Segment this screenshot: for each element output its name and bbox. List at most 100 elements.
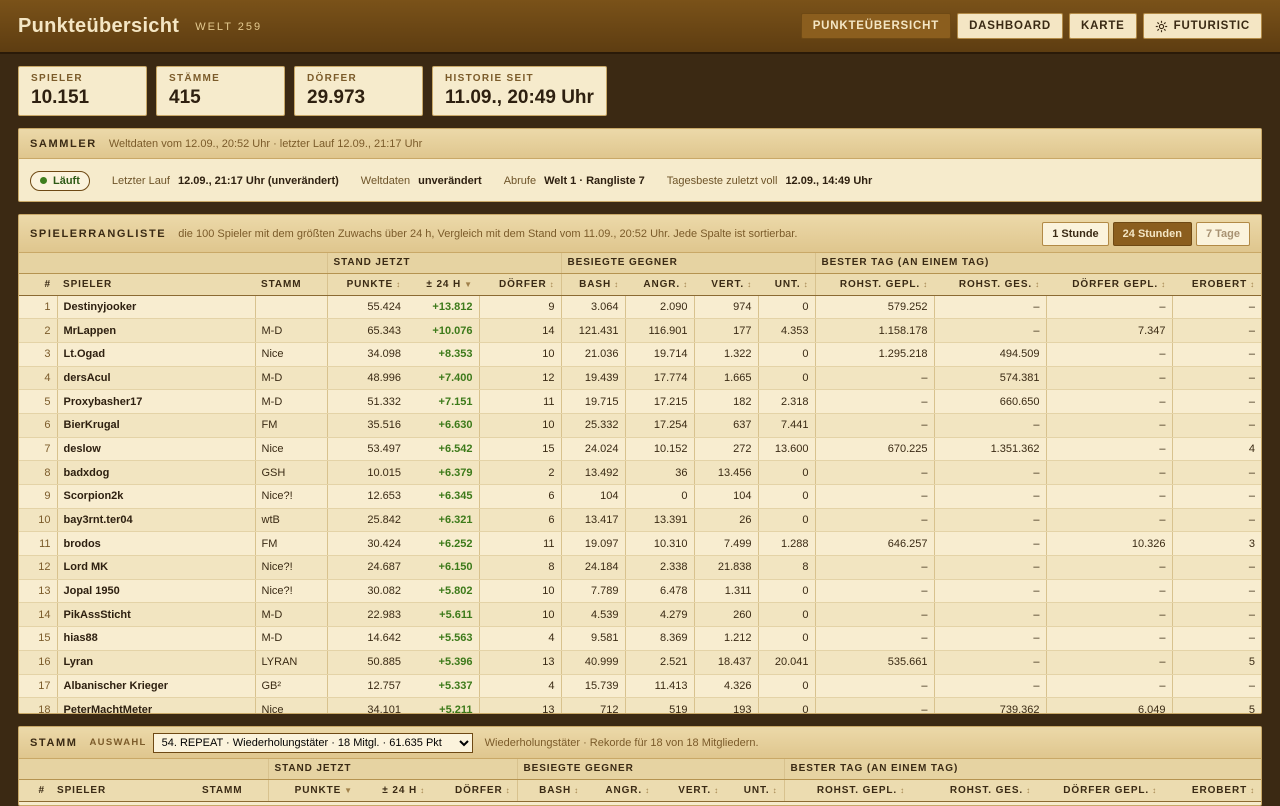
player-name[interactable]: PeterMachtMeter bbox=[56, 697, 255, 713]
col-header[interactable]: VERT. ↕ bbox=[694, 273, 758, 296]
table-row[interactable]: 2 MrLappen M-D 65.343 +10.076 14 121.431 116.90… bbox=[19, 318, 1261, 343]
villages-planned-cell: – bbox=[1045, 650, 1172, 675]
group-empty bbox=[19, 253, 327, 274]
col-header[interactable]: ± 24 H ↕ bbox=[359, 779, 431, 802]
gain-cell: +6.379 bbox=[407, 460, 479, 485]
support-cell: 0 bbox=[757, 295, 815, 320]
col-header[interactable]: ROHST. GES. ↕ bbox=[934, 273, 1046, 296]
col-header[interactable]: DÖRFER ↕ bbox=[479, 273, 561, 296]
player-name[interactable]: Lyran bbox=[56, 650, 255, 675]
table-row[interactable]: 18 PeterMachtMeter Nice 34.101 +5.211 13 712 51… bbox=[19, 697, 1261, 713]
table-row[interactable]: 4 dersAcul M-D 48.996 +7.400 12 19.439 17.774 1.… bbox=[19, 366, 1261, 391]
points-cell: 48.996 bbox=[326, 366, 407, 391]
player-name[interactable]: brodos bbox=[56, 531, 255, 557]
table-row[interactable]: 15 hias88 M-D 14.642 +5.563 4 9.581 8.369 1.212 0… bbox=[19, 626, 1261, 651]
col-header[interactable]: BASH ↕ bbox=[516, 779, 585, 802]
table-row[interactable]: 11 brodos FM 30.424 +6.252 11 19.097 10.310 7.49… bbox=[19, 531, 1261, 557]
player-name[interactable]: hias88 bbox=[56, 626, 255, 651]
col-header[interactable]: UNT. ↕ bbox=[758, 273, 815, 296]
player-name[interactable]: Lord MK bbox=[56, 555, 255, 580]
col-header[interactable]: STAMM bbox=[196, 779, 268, 802]
col-header[interactable]: EROBERT ↕ bbox=[1163, 779, 1261, 802]
table-row[interactable]: 9 Scorpion2k Nice?! 12.653 +6.345 6 104 0 104 0– –… bbox=[19, 484, 1261, 509]
nav-punkteuebersicht[interactable]: PUNKTEÜBERSICHT bbox=[800, 13, 952, 39]
res-total-cell: – bbox=[933, 602, 1046, 628]
col-header[interactable]: EROBERT ↕ bbox=[1172, 273, 1261, 296]
player-name[interactable]: Lt.Ogad bbox=[56, 342, 255, 367]
col-header[interactable]: ROHST. GEPL. ↕ bbox=[783, 779, 911, 802]
stamm-select[interactable]: 54. REPEAT · Wiederholungstäter · 18 Mit… bbox=[152, 732, 473, 753]
table-row[interactable]: 7 deslow Nice 53.497 +6.542 15 24.024 10.152 272… bbox=[19, 437, 1261, 462]
col-header[interactable]: DÖRFER ↕ bbox=[431, 779, 517, 802]
col-header[interactable]: ANGR. ↕ bbox=[625, 273, 694, 296]
col-header[interactable]: VERT. ↕ bbox=[656, 779, 725, 802]
col-header[interactable]: UNT. ↕ bbox=[725, 779, 784, 802]
nav-karte[interactable]: KARTE bbox=[1069, 13, 1137, 39]
tab-7-tage[interactable]: 7 Tage bbox=[1195, 221, 1250, 246]
player-name[interactable]: BierKrugal bbox=[56, 413, 255, 438]
table-row[interactable]: 1 Destinyjooker 55.424 +13.812 9 3.064 2.090 97… bbox=[19, 295, 1261, 320]
bash-cell: 24.184 bbox=[560, 555, 625, 580]
attack-cell: 0 bbox=[624, 484, 694, 509]
villages-planned-cell: – bbox=[1045, 602, 1172, 628]
player-name[interactable]: Proxybasher17 bbox=[56, 389, 255, 414]
player-name[interactable]: Jopal 1950 bbox=[56, 579, 255, 604]
col-header[interactable]: SPIELER bbox=[51, 779, 196, 802]
stat-value: 415 bbox=[169, 87, 201, 108]
player-name[interactable]: PikAssSticht bbox=[56, 602, 255, 628]
group-besiegte: BESIEGTE GEGNER bbox=[560, 253, 815, 274]
player-name[interactable]: Destinyjooker bbox=[56, 295, 255, 320]
col-header[interactable]: BASH ↕ bbox=[560, 273, 625, 296]
col-header[interactable]: # bbox=[19, 779, 51, 802]
col-header-label: ± 24 H bbox=[426, 278, 462, 290]
player-name[interactable]: MrLappen bbox=[56, 318, 255, 343]
player-name[interactable]: Scorpion2k bbox=[56, 484, 255, 509]
col-header[interactable]: STAMM bbox=[255, 273, 327, 296]
table-row[interactable]: 12 Lord MK Nice?! 24.687 +6.150 8 24.184 2.338 2… bbox=[19, 555, 1261, 580]
stat-label: DÖRFER bbox=[307, 73, 358, 84]
sort-icon: ↕ bbox=[803, 279, 809, 289]
table-row[interactable]: 6 BierKrugal FM 35.516 +6.630 10 25.332 17.254 6… bbox=[19, 413, 1261, 438]
table-row[interactable]: 10 bay3rnt.ter04 wtB 25.842 +6.321 6 13.417 13.… bbox=[19, 508, 1261, 533]
table-row[interactable]: 14 PikAssSticht M-D 22.983 +5.611 10 4.539 4.27… bbox=[19, 602, 1261, 628]
col-header[interactable]: SPIELER bbox=[57, 273, 255, 296]
nav-dashboard[interactable]: DASHBOARD bbox=[957, 13, 1064, 39]
col-header[interactable]: DÖRFER GEPL. ↕ bbox=[1046, 273, 1172, 296]
col-header[interactable]: DÖRFER GEPL. ↕ bbox=[1037, 779, 1163, 802]
player-name[interactable]: bay3rnt.ter04 bbox=[56, 508, 255, 533]
col-header[interactable]: PUNKTE ↕ bbox=[326, 273, 407, 296]
table-row[interactable]: 5 Proxybasher17 M-D 51.332 +7.151 11 19.715 17.… bbox=[19, 389, 1261, 414]
table-row[interactable]: 16 Lyran LYRAN 50.885 +5.396 13 40.999 2.521 18.… bbox=[19, 650, 1261, 675]
villages-cell: 2 bbox=[478, 460, 561, 485]
rank-cell: 1 bbox=[19, 295, 57, 320]
defense-cell: 272 bbox=[693, 437, 758, 462]
villages-cell: 6 bbox=[478, 484, 561, 509]
table-row[interactable]: 3 Lt.Ogad Nice 34.098 +8.353 10 21.036 19.714 1.… bbox=[19, 342, 1261, 367]
col-header[interactable]: ANGR. ↕ bbox=[585, 779, 656, 802]
table-row[interactable]: 13 Jopal 1950 Nice?! 30.082 +5.802 10 7.789 6.4… bbox=[19, 579, 1261, 604]
col-header[interactable]: ROHST. GEPL. ↕ bbox=[814, 273, 934, 296]
player-name[interactable]: deslow bbox=[56, 437, 255, 462]
rank-cell: 10 bbox=[19, 508, 57, 533]
col-header[interactable]: ± 24 H ▼ bbox=[407, 273, 479, 296]
conquered-cell: – bbox=[1171, 674, 1261, 699]
daily-best: Tagesbeste zuletzt voll 12.09., 14:49 Uhr bbox=[667, 175, 873, 187]
player-name[interactable]: Albanischer Krieger bbox=[56, 674, 255, 699]
res-planned-cell: – bbox=[814, 674, 934, 699]
table-row[interactable]: 8 badxdog GSH 10.015 +6.379 2 13.492 36 13.456 0–… bbox=[19, 460, 1261, 485]
table-row[interactable]: 17 Albanischer Krieger GB² 12.757 +5.337 4 15.… bbox=[19, 674, 1261, 699]
ranking-title: SPIELERRANGLISTE bbox=[30, 227, 167, 240]
player-name[interactable]: dersAcul bbox=[56, 366, 255, 391]
rank-cell: 12 bbox=[19, 555, 57, 580]
col-header[interactable]: ROHST. GES. ↕ bbox=[911, 779, 1037, 802]
bash-cell: 19.097 bbox=[560, 531, 625, 557]
tab-24-stunden[interactable]: 24 Stunden bbox=[1112, 221, 1192, 246]
theme-toggle-button[interactable]: FUTURISTIC bbox=[1142, 13, 1262, 39]
col-header-label: UNT. bbox=[743, 784, 770, 796]
col-header-label: PUNKTE bbox=[294, 784, 342, 796]
col-header[interactable]: # bbox=[19, 273, 57, 296]
stat-label: HISTORIE SEIT bbox=[445, 73, 534, 84]
player-name[interactable]: badxdog bbox=[56, 460, 255, 485]
col-header[interactable]: PUNKTE ▼ bbox=[267, 779, 359, 802]
tab-1-stunde[interactable]: 1 Stunde bbox=[1042, 221, 1109, 246]
